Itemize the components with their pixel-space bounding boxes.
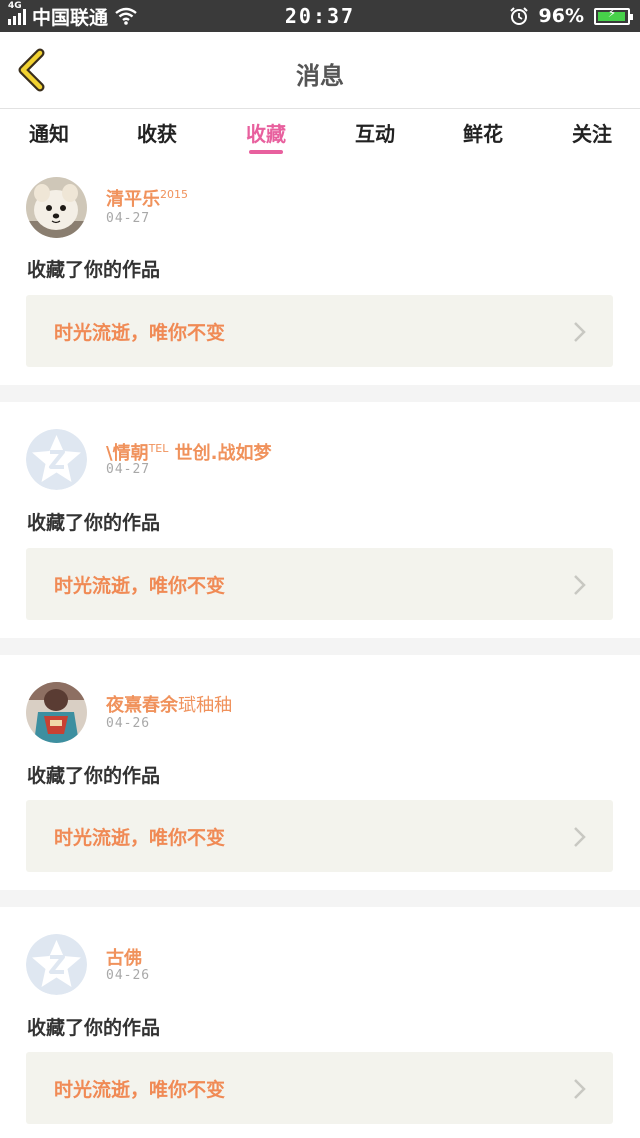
work-title: 时光流逝，唯你不变: [54, 575, 226, 597]
tab-following[interactable]: 关注: [547, 118, 637, 154]
work-title: 时光流逝，唯你不变: [54, 827, 226, 849]
list-item: 清平乐2015 04-27 收藏了你的作品 时光流逝，唯你不变: [0, 157, 640, 385]
tab-interactions[interactable]: 互动: [330, 118, 420, 154]
username[interactable]: 清平乐2015: [106, 185, 188, 211]
tab-notifications[interactable]: 通知: [4, 118, 94, 154]
action-text: 收藏了你的作品: [27, 512, 161, 534]
work-title: 时光流逝，唯你不变: [54, 1079, 226, 1101]
default-avatar-icon: [26, 934, 87, 995]
avatar[interactable]: [26, 682, 87, 743]
timestamp: 04-26: [106, 968, 151, 983]
active-tab-indicator: [249, 150, 283, 154]
list-item: 夜熹春余珷秞秞 04-26 收藏了你的作品 时光流逝，唯你不变: [0, 655, 640, 890]
timestamp: 04-27: [106, 211, 151, 226]
battery-icon: ⚡: [594, 5, 633, 25]
tab-bar: 通知 收获 收藏 互动 鲜花 关注: [0, 110, 640, 156]
chevron-right-icon: [574, 1079, 586, 1099]
work-link[interactable]: 时光流逝，唯你不变: [26, 548, 613, 620]
alarm-icon: [509, 7, 528, 25]
status-bar: 4G 中国联通 20:37 96% ⚡: [0, 0, 640, 32]
chevron-right-icon: [574, 575, 586, 595]
chevron-right-icon: [574, 827, 586, 847]
username[interactable]: 古佛: [106, 944, 142, 970]
work-link[interactable]: 时光流逝，唯你不变: [26, 1052, 613, 1124]
header: 消息: [0, 32, 640, 109]
status-right: 96% ⚡: [509, 4, 633, 28]
avatar[interactable]: [26, 177, 87, 238]
charging-icon: ⚡: [607, 5, 617, 20]
list-item: 古佛 04-26 收藏了你的作品 时光流逝，唯你不变: [0, 907, 640, 1138]
dog-avatar-icon: [26, 177, 87, 238]
timestamp: 04-26: [106, 716, 151, 731]
work-title: 时光流逝，唯你不变: [54, 322, 226, 344]
action-text: 收藏了你的作品: [27, 1017, 161, 1039]
action-text: 收藏了你的作品: [27, 259, 161, 281]
timestamp: 04-27: [106, 462, 151, 477]
divider: [0, 890, 640, 907]
person-avatar-icon: [26, 682, 87, 743]
tab-harvest[interactable]: 收获: [112, 118, 202, 154]
tab-flowers[interactable]: 鲜花: [438, 118, 528, 154]
work-link[interactable]: 时光流逝，唯你不变: [26, 295, 613, 367]
chevron-right-icon: [574, 322, 586, 342]
avatar[interactable]: [26, 934, 87, 995]
work-link[interactable]: 时光流逝，唯你不变: [26, 800, 613, 872]
action-text: 收藏了你的作品: [27, 765, 161, 787]
battery-percent: 96%: [538, 5, 584, 27]
avatar[interactable]: [26, 429, 87, 490]
divider: [0, 638, 640, 655]
divider: [0, 385, 640, 402]
username[interactable]: 夜熹春余珷秞秞: [106, 691, 232, 717]
page-title: 消息: [296, 62, 344, 90]
tab-favorites[interactable]: 收藏: [221, 118, 311, 154]
default-avatar-icon: [26, 429, 87, 490]
list-item: \情朝TEL 世创.战如梦 04-27 收藏了你的作品 时光流逝，唯你不变: [0, 402, 640, 638]
